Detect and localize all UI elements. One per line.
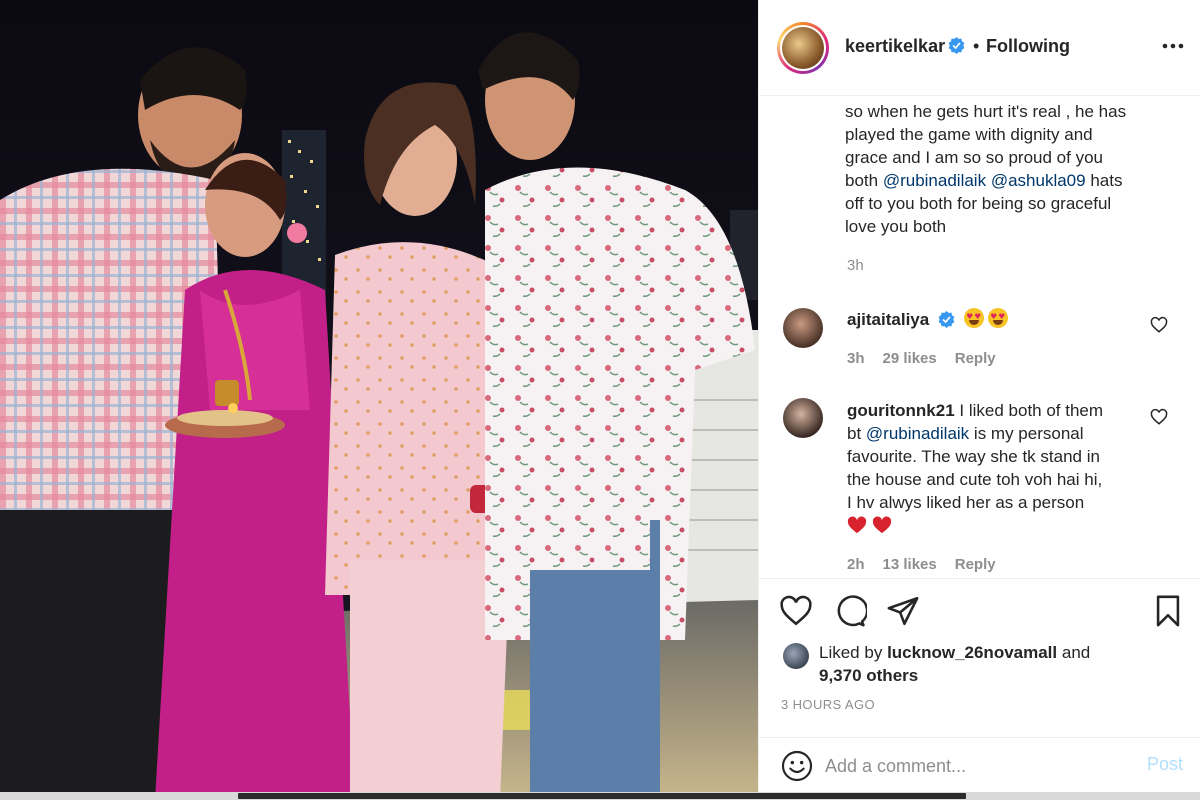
heart-eyes-emoji (963, 308, 984, 328)
mention-link[interactable]: @rubinadilaik (866, 424, 969, 443)
author-avatar[interactable] (777, 22, 829, 74)
mention-link[interactable]: @ashukla09 (991, 171, 1086, 190)
scrollbar-thumb[interactable] (238, 793, 966, 799)
heart-outline-icon[interactable] (779, 594, 813, 628)
comment-bubble-icon[interactable] (833, 594, 867, 628)
red-heart-emoji (872, 516, 892, 534)
caption-cut-line (845, 96, 850, 103)
comment-text: is my personal (973, 424, 1084, 443)
comment-like-heart-icon[interactable] (1150, 316, 1168, 334)
liked-by-user[interactable]: lucknow_26novamall (887, 643, 1057, 662)
liked-by-prefix: Liked by (819, 643, 883, 662)
heart-eyes-emoji (987, 308, 1008, 328)
caption-time[interactable]: 3h (847, 257, 864, 274)
comment-time[interactable]: 2h (847, 556, 865, 573)
comment-text: bt (847, 424, 862, 443)
comments-list[interactable]: so when he gets hurt it's real , he has … (759, 96, 1200, 578)
smiley-icon[interactable] (781, 750, 813, 782)
post-photo-illustration (0, 0, 758, 800)
paper-plane-icon[interactable] (886, 594, 920, 628)
post-details-panel: keertikelkar • Following so when he gets… (758, 0, 1200, 792)
post-caption: so when he gets hurt it's real , he has … (845, 100, 1161, 238)
caption-line: both @rubinadilaik @ashukla09 hats (845, 169, 1161, 192)
author-avatar-image (782, 27, 824, 69)
liked-by-and: and (1061, 643, 1091, 662)
post-header: keertikelkar • Following (759, 0, 1200, 96)
bookmark-icon[interactable] (1151, 594, 1185, 628)
comment-text: I hv alwys liked her as a person (847, 493, 1085, 512)
comment-body: ajitaitaliya (847, 308, 1012, 331)
commenter-avatar[interactable] (783, 308, 823, 348)
likes-text: Liked by lucknow_26novamall and 9,370 ot… (819, 641, 1149, 687)
more-options-icon[interactable] (1161, 38, 1185, 58)
commenter-username[interactable]: ajitaitaliya (847, 310, 929, 329)
comment-time[interactable]: 3h (847, 350, 865, 367)
comment-likes[interactable]: 13 likes (883, 556, 937, 573)
caption-line: played the game with dignity and (845, 125, 1093, 144)
verified-badge-icon (948, 37, 965, 54)
post-actions: Liked by lucknow_26novamall and 9,370 ot… (759, 578, 1200, 792)
comment-like-heart-icon[interactable] (1150, 408, 1168, 426)
comment-composer: Post (759, 737, 1200, 793)
reply-button[interactable]: Reply (955, 556, 996, 573)
comment-text: I liked both of them (959, 401, 1104, 420)
caption-line: off to you both for being so graceful (845, 194, 1112, 213)
mention-link[interactable]: @rubinadilaik (883, 171, 986, 190)
comment-input[interactable] (825, 752, 1125, 780)
caption-line: love you both (845, 217, 947, 236)
liker-avatar[interactable] (783, 643, 809, 669)
comment-body: gouritonnk21 I liked both of them bt @ru… (847, 399, 1147, 537)
comment-likes[interactable]: 29 likes (883, 350, 937, 367)
comment-meta: 2h 13 likes Reply (847, 556, 1014, 573)
verified-badge-icon (938, 311, 955, 328)
post-photo[interactable] (0, 0, 758, 800)
caption-text: hats (1090, 171, 1123, 190)
reply-button[interactable]: Reply (955, 350, 996, 367)
red-heart-emoji (847, 516, 867, 534)
post-comment-button[interactable]: Post (1147, 754, 1183, 775)
follow-separator: • (973, 36, 980, 56)
author-username[interactable]: keertikelkar (845, 36, 945, 57)
following-button[interactable]: Following (986, 36, 1070, 57)
commenter-username[interactable]: gouritonnk21 (847, 401, 955, 420)
caption-line: grace and I am so so proud of you (845, 148, 1103, 167)
comment-text: the house and cute toh voh hai hi, (847, 470, 1103, 489)
comment-meta: 3h 29 likes Reply (847, 350, 1014, 367)
commenter-avatar[interactable] (783, 398, 823, 438)
likes-count-link[interactable]: 9,370 others (819, 666, 918, 685)
comment-text: favourite. The way she tk stand in (847, 447, 1100, 466)
caption-line: so when he gets hurt it's real , he has (845, 102, 1127, 121)
caption-text: both (845, 171, 879, 190)
post-timestamp[interactable]: 3 HOURS AGO (781, 697, 875, 712)
horizontal-scrollbar[interactable] (0, 792, 1200, 800)
